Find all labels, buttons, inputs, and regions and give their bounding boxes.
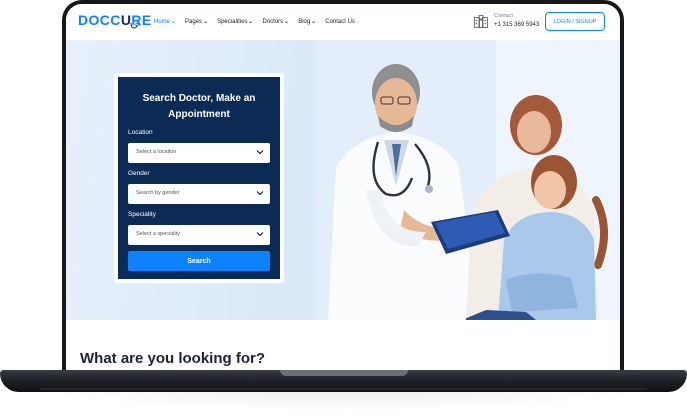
- stethoscope-logo-icon: [130, 22, 139, 29]
- nav-item-pages[interactable]: Pages ⌄: [185, 18, 209, 26]
- logo[interactable]: DOCCURE: [78, 12, 152, 28]
- chevron-down-icon: ⌄: [283, 19, 290, 25]
- nav-item-doctors[interactable]: Doctors ⌄: [262, 18, 290, 26]
- gender-select-value: Search by gender: [136, 190, 180, 196]
- hospital-icon: [474, 15, 488, 28]
- nav-label: Home: [154, 18, 171, 25]
- location-select[interactable]: Select a location: [128, 143, 270, 163]
- chevron-down-icon: ⌄: [202, 19, 209, 25]
- location-select-value: Select a location: [136, 149, 177, 155]
- section-heading: What are you looking for?: [80, 350, 266, 367]
- speciality-label: Speciality: [128, 211, 156, 218]
- search-button[interactable]: Search: [128, 251, 270, 271]
- nav-label: Contact Us: [325, 18, 355, 25]
- nav-label: Doctors: [262, 18, 284, 25]
- chevron-down-icon: [256, 232, 264, 237]
- gender-label: Gender: [128, 170, 150, 177]
- site-header: DOCCURE Home ⌄ Pages ⌄ Specialities ⌄ Do…: [66, 4, 620, 41]
- hero-banner: Search Doctor, Make an Appointment Locat…: [66, 40, 620, 320]
- search-form: Search Doctor, Make an Appointment Locat…: [118, 77, 280, 279]
- search-form-title: Search Doctor, Make an Appointment: [142, 93, 256, 120]
- nav-label: Specialities: [217, 18, 248, 25]
- search-doctor-card: Search Doctor, Make an Appointment Locat…: [114, 73, 284, 283]
- laptop-base-glare: [40, 388, 647, 390]
- chevron-down-icon: ⌄: [310, 19, 317, 25]
- location-label: Location: [128, 129, 153, 136]
- login-signup-button[interactable]: LOGIN / SIGNUP: [545, 12, 605, 31]
- chevron-down-icon: [256, 191, 264, 196]
- speciality-select-value: Select a speciality: [136, 231, 181, 237]
- nav-label: Pages: [185, 18, 203, 25]
- speciality-select[interactable]: Select a speciality: [128, 225, 270, 245]
- contact-phone[interactable]: +1 315 369 5943: [494, 22, 539, 28]
- nav-item-contact-us[interactable]: Contact Us: [325, 18, 355, 25]
- chevron-down-icon: ⌄: [170, 19, 177, 25]
- nav-item-blog[interactable]: Blog ⌄: [298, 18, 317, 26]
- chevron-down-icon: [256, 150, 264, 155]
- gender-select[interactable]: Search by gender: [128, 184, 270, 204]
- laptop-screen: DOCCURE Home ⌄ Pages ⌄ Specialities ⌄ Do…: [66, 4, 620, 370]
- logo-text-left: DOCC: [78, 12, 121, 28]
- contact-label: Contact: [494, 13, 513, 19]
- chevron-down-icon: ⌄: [247, 19, 254, 25]
- laptop-base-notch: [280, 370, 408, 376]
- nav-item-specialities[interactable]: Specialities ⌄: [217, 18, 254, 26]
- nav-label: Blog: [298, 18, 311, 25]
- nav-item-home[interactable]: Home ⌄: [154, 18, 177, 26]
- main-nav: Home ⌄ Pages ⌄ Specialities ⌄ Doctors ⌄ …: [154, 18, 355, 26]
